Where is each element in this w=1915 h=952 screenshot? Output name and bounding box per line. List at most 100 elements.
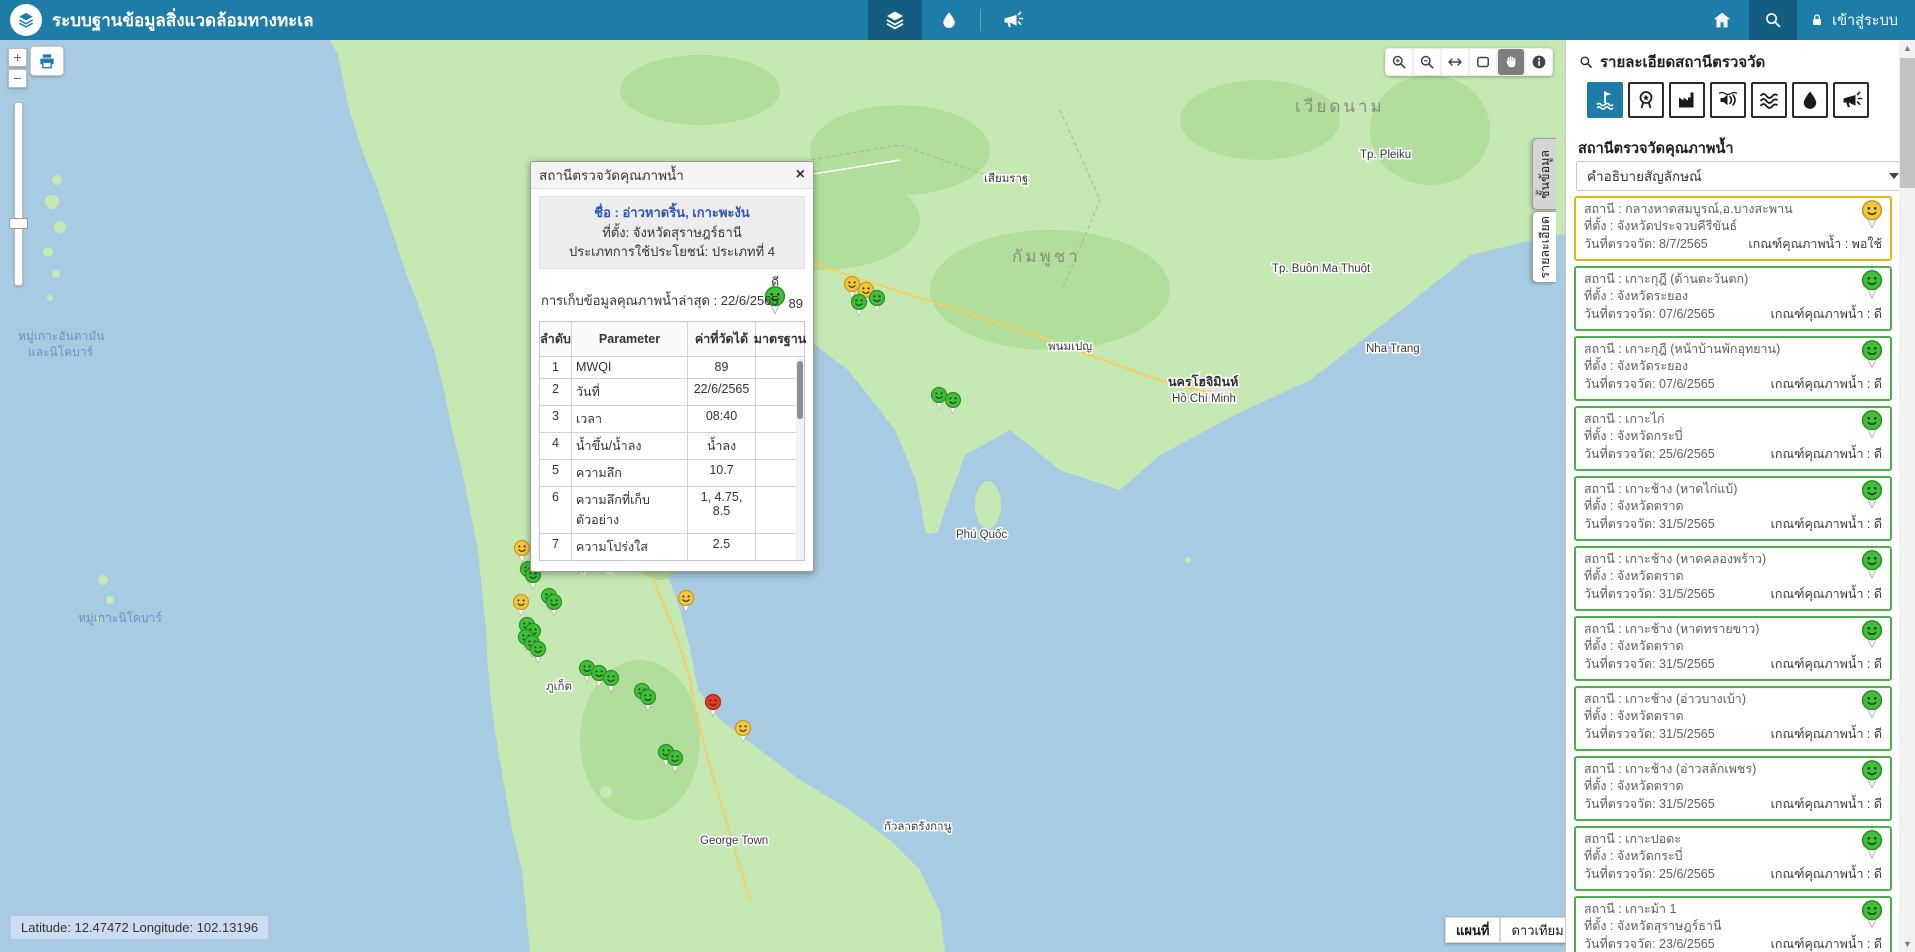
noise-filter-button[interactable] [1710, 82, 1746, 118]
scrollbar-thumb[interactable] [1900, 58, 1915, 188]
pan-horizontal-tool[interactable] [1442, 49, 1468, 75]
factory-filter-button[interactable] [1669, 82, 1705, 118]
card-quality-label: เกณฑ์คุณภาพน้ำ : ดี [1771, 304, 1882, 324]
station-card[interactable]: สถานี : เกาะม้า 1ที่ตั้ง : จังหวัดสุราษฎ… [1574, 896, 1892, 952]
card-station-name: สถานี : เกาะช้าง (หาดทรายขาว) [1584, 621, 1882, 638]
card-quality-label: เกณฑ์คุณภาพน้ำ : พอใช้ [1748, 234, 1882, 254]
tab-details-vertical[interactable]: รายละเอียด [1532, 211, 1556, 283]
hand-icon [1502, 53, 1520, 71]
legend-dropdown[interactable]: คำอธิบายสัญลักษณ์ [1576, 161, 1910, 191]
satellite-type-button[interactable]: ดาวเทียม [1500, 917, 1574, 943]
login-label: เข้าสู่ระบบ [1832, 9, 1898, 32]
popup-table-scrollbar[interactable] [796, 359, 804, 560]
pan-hand-tool[interactable] [1498, 49, 1524, 75]
card-status-marker-icon [1860, 619, 1884, 654]
search-button[interactable] [1749, 0, 1797, 40]
wave-filter-button[interactable] [1751, 82, 1787, 118]
drop-icon [1798, 88, 1822, 112]
scroll-down-icon[interactable]: ▼ [1899, 936, 1915, 952]
drop-filter-button[interactable] [1792, 82, 1828, 118]
card-location: ที่ตั้ง : จังหวัดตราด [1584, 638, 1882, 655]
station-card[interactable]: สถานี : เกาะกุฎี (หน้าบ้านพักอุทยาน)ที่ต… [1574, 336, 1892, 401]
home-button[interactable] [1695, 0, 1749, 40]
map-label: George Town [700, 835, 768, 847]
sidebar-scrollbar[interactable]: ▲ ▼ [1899, 40, 1915, 952]
station-card[interactable]: สถานี : เกาะกุฎี (ด้านตะวันตก)ที่ตั้ง : … [1574, 266, 1892, 331]
card-status-marker-icon [1860, 199, 1884, 234]
drop-icon [938, 9, 960, 31]
card-station-name: สถานี : เกาะช้าง (หาดคลองพร้าว) [1584, 551, 1882, 568]
map-label: Tp. Buôn Ma Thuột [1272, 263, 1371, 275]
station-card[interactable]: สถานี : กลางหาดสมบูรณ์,อ.บางสะพานที่ตั้ง… [1574, 196, 1892, 261]
station-card-list: สถานี : กลางหาดสมบูรณ์,อ.บางสะพานที่ตั้ง… [1574, 196, 1892, 952]
sidebar-section-label: สถานีตรวจวัดคุณภาพน้ำ [1578, 137, 1734, 160]
card-status-marker-icon [1860, 339, 1884, 374]
card-status-marker-icon [1860, 479, 1884, 514]
box-select-icon [1474, 53, 1492, 71]
card-location: ที่ตั้ง : จังหวัดตราด [1584, 568, 1882, 585]
top-navbar: ระบบฐานข้อมูลสิ่งแวดล้อมทางทะเล เข้าสู่ร… [0, 0, 1915, 40]
zoom-out-magnifier-icon [1418, 53, 1436, 71]
card-quality-label: เกณฑ์คุณภาพน้ำ : ดี [1771, 934, 1882, 952]
map-label: Phú Quốc [956, 529, 1007, 541]
station-flag-filter-button[interactable] [1587, 82, 1623, 118]
megaphone-nav-button[interactable] [985, 0, 1039, 40]
megaphone-filter-button[interactable] [1833, 82, 1869, 118]
card-location: ที่ตั้ง : จังหวัดตราด [1584, 708, 1882, 725]
station-card[interactable]: สถานี : เกาะช้าง (อ่าวบางเบ้า)ที่ตั้ง : … [1574, 686, 1892, 751]
map-label: หมู่เกาะอันดามัน [18, 329, 104, 344]
popup-close-button[interactable]: × [796, 167, 805, 183]
card-quality-label: เกณฑ์คุณภาพน้ำ : ดี [1771, 724, 1882, 744]
station-card[interactable]: สถานี : เกาะช้าง (หาดคลองพร้าว)ที่ตั้ง :… [1574, 546, 1892, 611]
card-station-name: สถานี : เกาะม้า 1 [1584, 901, 1882, 918]
map-label: นครโฮจิมินห์ [1168, 374, 1238, 389]
legend-dropdown-label: คำอธิบายสัญลักษณ์ [1587, 165, 1702, 187]
map-type-button[interactable]: แผนที่ [1445, 917, 1500, 943]
scroll-up-icon[interactable]: ▲ [1899, 40, 1915, 56]
station-card[interactable]: สถานี : เกาะช้าง (หาดทรายขาว)ที่ตั้ง : จ… [1574, 616, 1892, 681]
station-flag-icon [1593, 88, 1617, 112]
water-drop-nav-button[interactable] [922, 0, 976, 40]
card-location: ที่ตั้ง : จังหวัดสุราษฎร์ธานี [1584, 918, 1882, 935]
station-card[interactable]: สถานี : เกาะไก่ที่ตั้ง : จังหวัดกระบี่วั… [1574, 406, 1892, 471]
map-zoom-in-tool[interactable] [1386, 49, 1412, 75]
popup-info-box: ชื่อ : อ่าวหาดริ้น, เกาะพะงัน ที่ตั้ง: จ… [539, 196, 805, 269]
box-zoom-tool[interactable] [1470, 49, 1496, 75]
station-card[interactable]: สถานี : เกาะช้าง (หาดไก่แบ้)ที่ตั้ง : จั… [1574, 476, 1892, 541]
layers-logo-icon [16, 10, 36, 30]
zoom-slider-handle[interactable] [9, 218, 28, 229]
card-quality-label: เกณฑ์คุณภาพน้ำ : ดี [1771, 864, 1882, 884]
popup-parameter-table: ลำดับParameterค่าที่วัดได้มาตรฐาน1MWQI89… [539, 321, 805, 561]
map-toolbar [1385, 48, 1553, 76]
station-card[interactable]: สถานี : เกาะปอดะที่ตั้ง : จังหวัดกระบี่ว… [1574, 826, 1892, 891]
zoom-slider-track[interactable] [14, 102, 23, 286]
app-title: ระบบฐานข้อมูลสิ่งแวดล้อมทางทะเล [52, 7, 314, 34]
tab-layers-vertical[interactable]: ชั้นข้อมูล [1532, 138, 1556, 210]
card-station-name: สถานี : เกาะกุฎี (หน้าบ้านพักอุทยาน) [1584, 341, 1882, 358]
popup-station-name: ชื่อ : อ่าวหาดริ้น, เกาะพะงัน [544, 203, 800, 223]
zoom-in-button[interactable]: + [8, 48, 27, 67]
info-tool[interactable] [1526, 49, 1552, 75]
card-status-marker-icon [1860, 269, 1884, 304]
medal-icon [1634, 88, 1658, 112]
card-status-marker-icon [1860, 549, 1884, 584]
login-button[interactable]: เข้าสู่ระบบ [1797, 0, 1910, 40]
layers-nav-button[interactable] [868, 0, 922, 40]
medal-filter-button[interactable] [1628, 82, 1664, 118]
map-zoom-out-tool[interactable] [1414, 49, 1440, 75]
print-button[interactable] [30, 46, 64, 76]
popup-usage-type: ประเภทการใช้ประโยชน์: ประเภทที่ 4 [544, 242, 800, 262]
card-status-marker-icon [1860, 689, 1884, 724]
table-row: 1MWQI89 [540, 357, 804, 379]
card-location: ที่ตั้ง : จังหวัดตราด [1584, 778, 1882, 795]
table-row: 7ความโปร่งใส2.5 [540, 534, 804, 560]
zoom-out-button[interactable]: − [8, 69, 27, 88]
table-row: 5ความลึก10.7 [540, 460, 804, 487]
lock-icon [1809, 12, 1825, 28]
card-quality-label: เกณฑ์คุณภาพน้ำ : ดี [1771, 654, 1882, 674]
sidebar-title: รายละเอียดสถานีตรวจวัด [1600, 50, 1765, 74]
home-icon [1711, 9, 1733, 31]
horizontal-arrows-icon [1446, 53, 1464, 71]
station-card[interactable]: สถานี : เกาะช้าง (อ่าวสลักเพชร)ที่ตั้ง :… [1574, 756, 1892, 821]
map-label: Hồ Chí Minh [1172, 393, 1236, 405]
